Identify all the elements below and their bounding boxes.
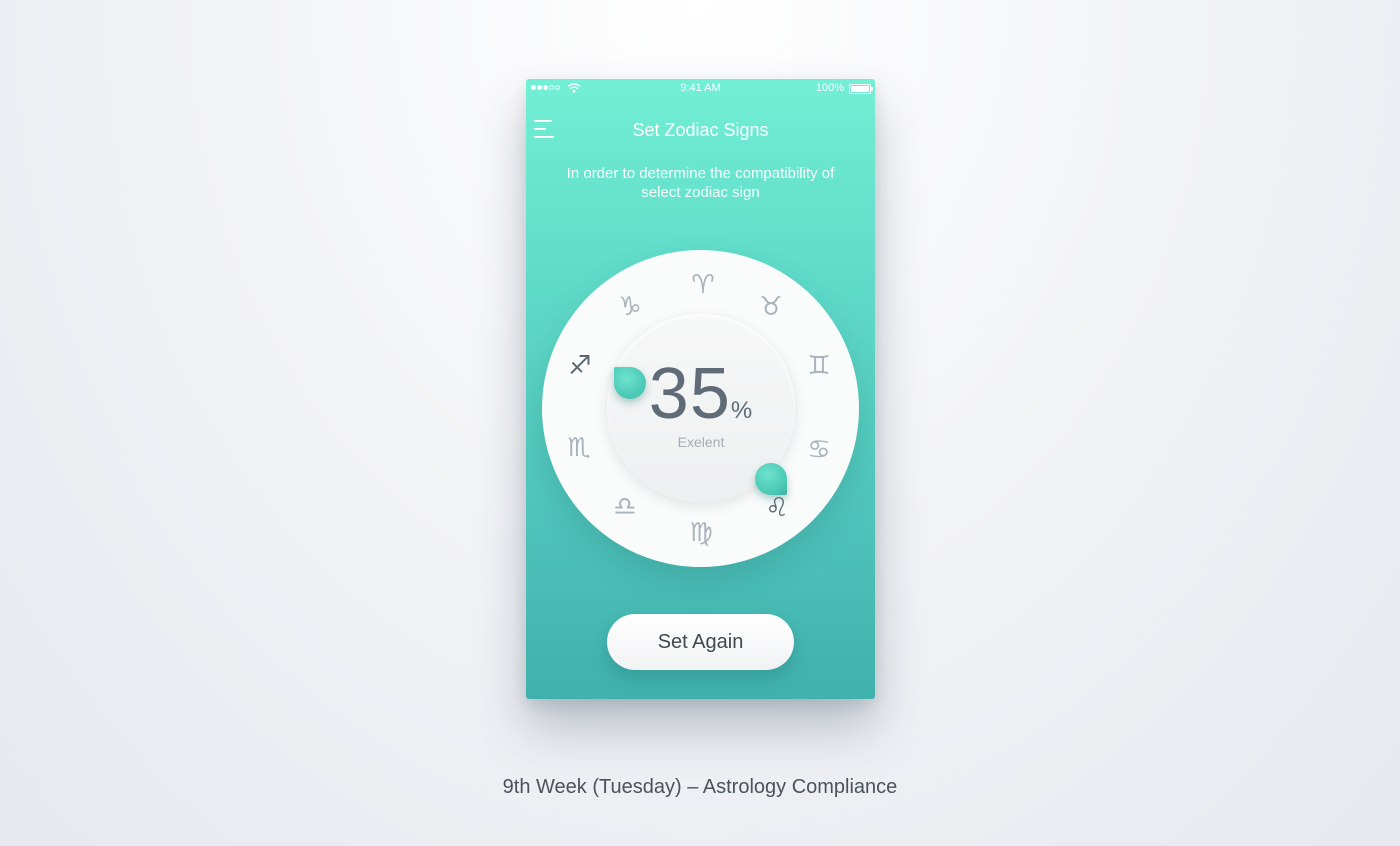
zodiac-taurus-icon[interactable]: ♉ — [751, 287, 791, 327]
zodiac-dial[interactable]: ♈ ♉ ♊ ♋ ♌ ♍ ♎ ♏ ♐ ♑ 35% Exelent — [542, 250, 859, 567]
shot-caption: 9th Week (Tuesday) – Astrology Complianc… — [502, 776, 898, 798]
battery-percentage: 100% — [815, 82, 844, 94]
battery-icon — [849, 84, 873, 94]
set-again-button[interactable]: Set Again — [607, 614, 794, 670]
subtitle-text: In order to determine the compatibility … — [566, 165, 835, 201]
selector-handle-sagittarius[interactable] — [614, 367, 646, 399]
percentage-number: 35 — [648, 354, 731, 434]
percent-symbol: % — [730, 397, 754, 424]
phone-screen: 9:41 AM 100% Set Zodiac Signs In order t… — [526, 79, 875, 699]
compatibility-rating-label: Exelent — [677, 434, 725, 450]
page-title: Set Zodiac Signs — [632, 120, 769, 140]
zodiac-gemini-icon[interactable]: ♊ — [799, 346, 839, 386]
zodiac-scorpio-icon[interactable]: ♏ — [559, 428, 599, 468]
zodiac-aries-icon[interactable]: ♈ — [683, 265, 723, 305]
zodiac-cancer-icon[interactable]: ♋ — [799, 430, 839, 470]
zodiac-libra-icon[interactable]: ♎ — [605, 487, 645, 527]
zodiac-capricorn-icon[interactable]: ♑ — [610, 287, 650, 327]
selector-handle-leo[interactable] — [755, 463, 787, 495]
zodiac-virgo-icon[interactable]: ♍ — [681, 513, 721, 553]
status-bar: 9:41 AM 100% — [526, 79, 875, 97]
zodiac-sagittarius-icon[interactable]: ♐ — [560, 346, 600, 386]
